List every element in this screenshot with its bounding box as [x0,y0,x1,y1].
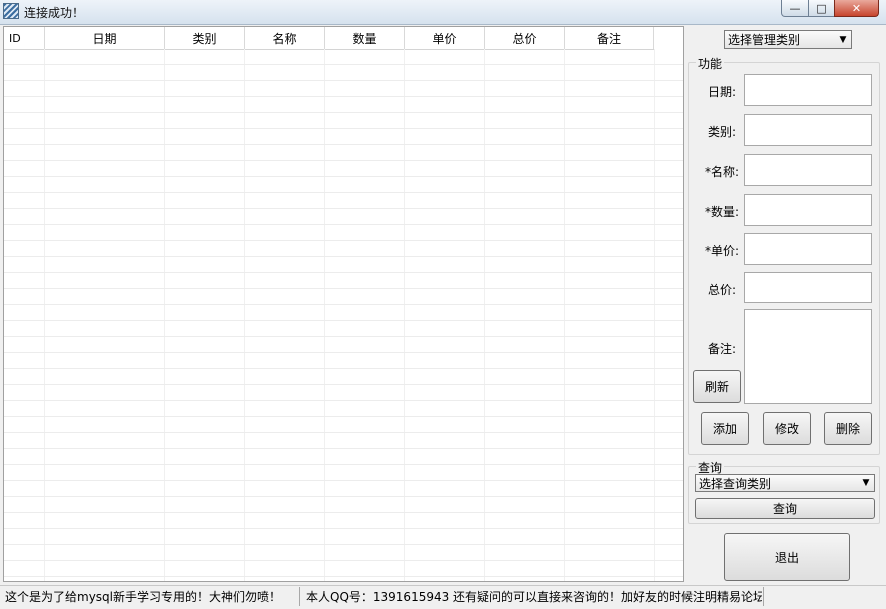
chevron-down-icon: ▼ [862,478,870,488]
notes-field[interactable] [744,309,872,404]
minimize-button[interactable]: — [781,0,809,17]
column-header-total[interactable]: 总价 [485,27,565,49]
refresh-button[interactable]: 刷新 [693,370,741,403]
total-field[interactable] [744,272,872,303]
maximize-button[interactable]: □ [808,0,835,17]
function-group-label: 功能 [696,55,725,72]
close-button[interactable]: ✕ [834,0,879,17]
unit-price-field[interactable] [744,233,872,265]
name-field[interactable] [744,154,872,186]
column-header-date[interactable]: 日期 [45,27,165,49]
column-header-name[interactable]: 名称 [245,27,325,49]
total-label: 总价: [707,283,736,297]
add-button[interactable]: 添加 [701,412,749,445]
unit-price-label: *单价: [704,244,739,258]
column-header-category[interactable]: 类别 [165,27,245,49]
app-icon [3,3,19,19]
grid-body[interactable] [4,49,683,581]
status-text-left: 这个是为了给mysql新手学习专用的！大神们勿喷！ [5,590,281,604]
data-grid[interactable]: ID 日期 类别 名称 数量 单价 总价 备注 [3,26,684,582]
manage-category-value: 选择管理类别 [728,33,801,47]
date-label: 日期: [707,85,736,99]
quantity-field[interactable] [744,194,872,226]
grid-header: ID 日期 类别 名称 数量 单价 总价 备注 [4,27,654,50]
column-header-id[interactable]: ID [4,27,45,49]
query-button[interactable]: 查询 [695,498,875,519]
column-header-quantity[interactable]: 数量 [325,27,405,49]
date-field[interactable] [744,74,872,106]
manage-category-select[interactable]: 选择管理类别 ▼ [724,30,852,49]
window-title: 连接成功！ [24,6,85,20]
column-header-unit-price[interactable]: 单价 [405,27,485,49]
quantity-label: *数量: [704,205,739,219]
column-header-notes[interactable]: 备注 [565,27,654,49]
category-label: 类别: [707,125,736,139]
status-text-right: 本人QQ号：1391615943 还有疑问的可以直接来咨询的！加好友的时候注明精… [306,590,762,604]
notes-label: 备注: [707,342,736,356]
edit-button[interactable]: 修改 [763,412,811,445]
status-divider [763,587,764,606]
title-bar [0,0,886,25]
exit-button[interactable]: 退出 [724,533,850,581]
status-divider [299,587,300,606]
query-category-select[interactable]: 选择查询类别 ▼ [695,474,875,492]
name-label: *名称: [704,165,739,179]
query-category-value: 选择查询类别 [699,476,772,491]
category-field[interactable] [744,114,872,146]
chevron-down-icon: ▼ [839,34,847,45]
delete-button[interactable]: 删除 [824,412,872,445]
